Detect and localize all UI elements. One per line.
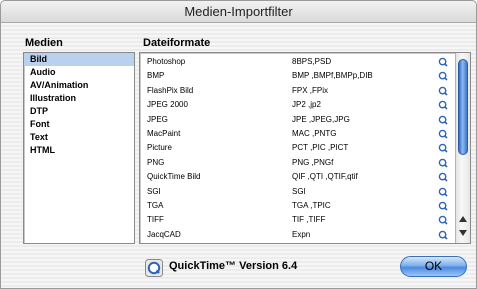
format-name: BMP [147, 71, 165, 81]
window-title: Medien-Importfilter [184, 4, 293, 19]
media-item-font[interactable]: Font [24, 118, 134, 131]
format-name: JacqCAD [147, 229, 181, 239]
quicktime-icon [438, 72, 448, 81]
format-name: PNG [147, 157, 165, 167]
format-row[interactable]: Picture PCT ,PIC ,PICT [140, 141, 456, 155]
title-bar[interactable]: Medien-Importfilter [1, 1, 476, 23]
quicktime-icon [438, 57, 448, 67]
format-row[interactable]: PNG PNG ,PNGf [140, 156, 456, 170]
format-extensions: SGI [292, 186, 306, 196]
ok-button[interactable]: OK [400, 256, 467, 277]
format-extensions: QIF ,QTI ,QTIF,qtif [292, 172, 358, 182]
format-name: JPEG [147, 114, 168, 124]
format-name: TIFF [147, 215, 164, 225]
media-item-html[interactable]: HTML [24, 144, 134, 157]
quicktime-icon [145, 259, 163, 277]
format-name: TGA [147, 201, 164, 210]
format-extensions: FPX ,FPix [292, 85, 329, 95]
media-item-av-animation[interactable]: AV/Animation [24, 79, 134, 92]
media-item-text[interactable]: Text [24, 131, 134, 144]
format-name: QuickTime Bild [147, 172, 201, 182]
format-extensions: 8BPS,PSD [292, 57, 332, 66]
format-row[interactable]: FlashPix Bild FPX ,FPix [140, 84, 456, 98]
format-row[interactable]: JacqCAD Expn [140, 228, 456, 242]
scroll-down-arrow-icon[interactable] [458, 228, 468, 238]
format-name: SGI [147, 186, 161, 196]
formats-list[interactable]: JacqCAD Expn TIFF TIF ,TIFF TGA TGA ,TPIC SGI S… [139, 52, 471, 244]
format-row[interactable]: SGI SGI [140, 185, 456, 199]
media-item-bild[interactable]: Bild [24, 53, 134, 66]
quicktime-icon [438, 86, 448, 96]
quicktime-icon [438, 129, 448, 139]
format-name: MacPaint [147, 129, 181, 138]
format-extensions: PCT ,PIC ,PICT [292, 143, 349, 153]
media-item-audio[interactable]: Audio [24, 66, 134, 79]
format-row[interactable]: Photoshop 8BPS,PSD [140, 55, 456, 69]
format-extensions: TGA ,TPIC [292, 201, 331, 210]
media-item-illustration[interactable]: Illustration [24, 92, 134, 105]
scroll-up-arrow-icon[interactable] [458, 214, 468, 224]
format-extensions: BMP ,BMPf,BMPp,DIB [292, 71, 373, 81]
format-name: JPEG 2000 [147, 100, 188, 110]
import-filter-window: Medien-Importfilter Medien Dateiformate … [0, 0, 477, 289]
format-row[interactable]: BMP BMP ,BMPf,BMPp,DIB [140, 69, 456, 83]
media-item-dtp[interactable]: DTP [24, 105, 134, 118]
format-name: FlashPix Bild [147, 85, 194, 95]
format-extensions: Expn [292, 229, 311, 239]
scrollbar-thumb[interactable] [458, 59, 468, 155]
quicktime-icon [438, 216, 448, 225]
format-extensions: TIF ,TIFF [292, 215, 326, 225]
quicktime-icon [438, 158, 448, 168]
quicktime-icon [438, 172, 448, 182]
formats-scrollbar[interactable] [455, 53, 470, 243]
quicktime-icon [438, 100, 448, 110]
format-name: Photoshop [147, 57, 186, 66]
format-name: Picture [147, 143, 172, 153]
format-extensions: PNG ,PNGf [292, 157, 334, 167]
format-extensions: MAC ,PNTG [292, 129, 337, 138]
format-row[interactable]: TIFF TIF ,TIFF [140, 213, 456, 227]
quicktime-icon [438, 187, 448, 197]
quicktime-icon [438, 201, 448, 211]
format-extensions: JP2 ,jp2 [292, 100, 321, 110]
media-list[interactable]: Bild Audio AV/Animation Illustration DTP… [23, 52, 135, 244]
quicktime-version: QuickTime™ Version 6.4 [169, 260, 298, 272]
formats-header: Dateiformate [143, 37, 211, 49]
media-header: Medien [25, 37, 63, 49]
format-row[interactable]: TGA TGA ,TPIC [140, 199, 456, 213]
quicktime-icon [438, 230, 448, 240]
format-row[interactable]: MacPaint MAC ,PNTG [140, 127, 456, 141]
format-row[interactable]: JPEG 2000 JP2 ,jp2 [140, 98, 456, 112]
format-row[interactable]: JPEG JPE ,JPEG,JPG [140, 113, 456, 127]
quicktime-icon [438, 115, 448, 125]
quicktime-icon [438, 144, 448, 153]
format-row[interactable]: QuickTime Bild QIF ,QTI ,QTIF,qtif [140, 170, 456, 184]
format-extensions: JPE ,JPEG,JPG [292, 114, 350, 124]
